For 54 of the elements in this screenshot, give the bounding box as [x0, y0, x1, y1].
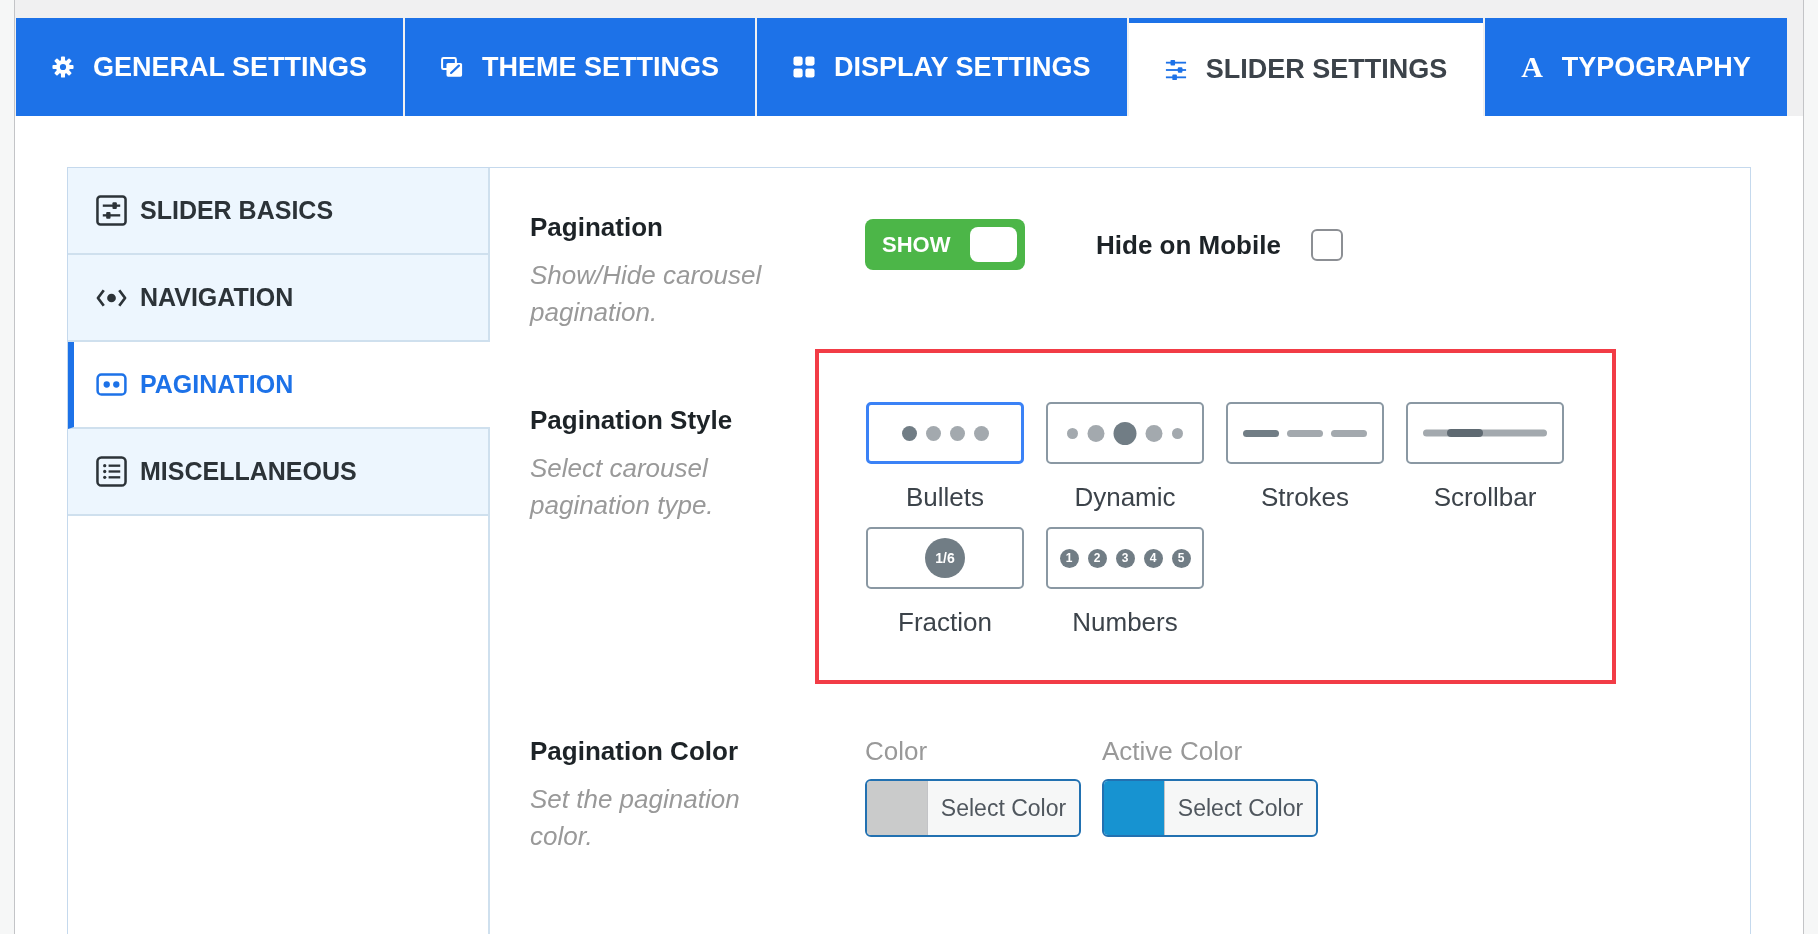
- graded-dots-icon: [1067, 421, 1183, 445]
- pagination-style-option[interactable]: [1406, 402, 1564, 464]
- gear-icon: [52, 56, 74, 78]
- option-label: Scrollbar: [1433, 481, 1537, 514]
- option-label: Strokes: [1260, 481, 1350, 514]
- sidebar-item[interactable]: NAVIGATION: [68, 255, 488, 342]
- pagination-style-option[interactable]: [1046, 402, 1204, 464]
- option-label: Dynamic: [1074, 481, 1176, 514]
- number-badge: 1: [1059, 548, 1079, 568]
- picker-label: Color: [865, 735, 928, 768]
- grid-icon: [793, 56, 816, 78]
- dots-box-icon: [96, 373, 127, 396]
- color-picker-button[interactable]: Select Color: [865, 779, 1081, 837]
- option-label: Fraction: [898, 606, 992, 639]
- setting-description: Select carousel pagination type.: [530, 452, 715, 522]
- hide-on-mobile-checkbox[interactable]: [1310, 228, 1343, 261]
- sliders-box-icon: [96, 195, 127, 226]
- settings-tab[interactable]: SLIDER SETTINGS: [1128, 18, 1484, 116]
- scrollbar-icon: [1423, 429, 1547, 437]
- pagination-style-option[interactable]: 1 2 3 4 5: [1046, 527, 1204, 589]
- letter-icon: A: [1521, 54, 1543, 80]
- pagination-style-option[interactable]: [866, 402, 1024, 464]
- number-badge: 5: [1171, 548, 1191, 568]
- number-badge: 3: [1115, 548, 1135, 568]
- sidebar-item[interactable]: PAGINATION: [68, 342, 490, 429]
- setting-label: Pagination Color: [530, 735, 739, 768]
- code-arrows-icon: [96, 287, 127, 308]
- option-label: Numbers: [1072, 606, 1178, 639]
- settings-tab[interactable]: GENERAL SETTINGS: [16, 18, 404, 116]
- settings-tab[interactable]: DISPLAY SETTINGS: [757, 18, 1127, 116]
- settings-tab[interactable]: A TYPOGRAPHY: [1485, 18, 1787, 116]
- pagination-style-option[interactable]: 1/6: [866, 527, 1024, 589]
- color-picker-button[interactable]: Select Color: [1102, 779, 1318, 837]
- number-badge: 2: [1087, 548, 1107, 568]
- setting-description: Set the pagination color.: [530, 783, 741, 853]
- sidebar-item[interactable]: SLIDER BASICS: [68, 168, 488, 255]
- number-badge: 4: [1143, 548, 1163, 568]
- pagination-style-option[interactable]: [1226, 402, 1384, 464]
- toggle-knob: [970, 227, 1017, 262]
- list-icon: [96, 456, 127, 487]
- setting-description: Show/Hide carousel pagination.: [530, 259, 763, 329]
- dashes-icon: [1243, 429, 1367, 437]
- fraction-badge: 1/6: [925, 538, 965, 578]
- sidebar-item[interactable]: MISCELLANEOUS: [68, 429, 488, 516]
- sliders-icon: [1164, 58, 1187, 81]
- four-dots-icon: [901, 425, 989, 441]
- setting-label: Pagination Style: [530, 404, 734, 437]
- picker-label: Active Color: [1102, 735, 1243, 768]
- edit-windows-icon: [441, 56, 464, 78]
- checkbox-label: Hide on Mobile: [1096, 228, 1281, 262]
- setting-label: Pagination: [530, 211, 664, 244]
- option-label: Bullets: [905, 481, 984, 514]
- show-toggle[interactable]: SHOW: [865, 219, 1025, 270]
- settings-tab[interactable]: THEME SETTINGS: [405, 18, 756, 116]
